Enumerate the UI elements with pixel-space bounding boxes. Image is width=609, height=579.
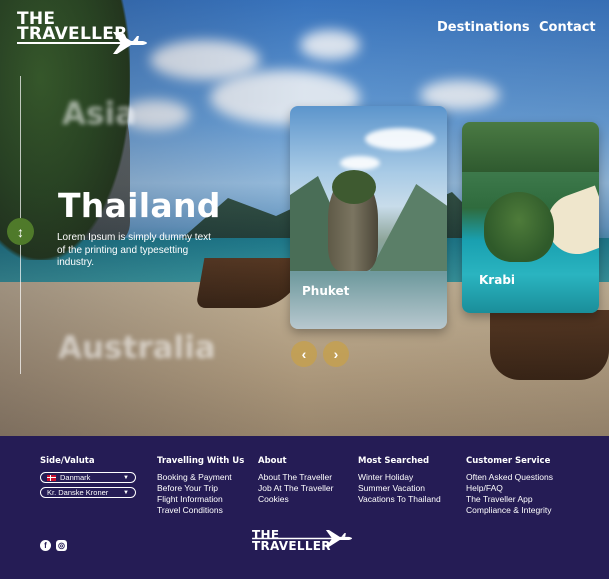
footer-col-most-searched: Most Searched Winter Holiday Summer Vaca…	[358, 456, 441, 505]
brand-logo[interactable]: THE TRAVELLER	[17, 11, 157, 60]
region-prev-label[interactable]: Asia	[62, 96, 136, 132]
facebook-icon[interactable]: f	[40, 540, 51, 551]
brand-wordmark: THE TRAVELLER	[252, 529, 331, 553]
footer-col-title: Most Searched	[358, 456, 430, 466]
brand-line-2: TRAVELLER	[252, 539, 331, 553]
footer-link[interactable]: Help/FAQ	[466, 483, 553, 494]
footer-link[interactable]: Before Your Trip	[157, 483, 244, 494]
destination-card-krabi[interactable]: Krabi	[462, 122, 599, 313]
footer-col-side-valuta: Side/Valuta Danmark ▼ Kr. Danske Kroner …	[40, 456, 136, 502]
carousel-prev-button[interactable]: ‹	[291, 341, 317, 367]
mountain	[370, 184, 447, 271]
footer-col-title: Customer Service	[466, 456, 551, 466]
footer-col-title: Travelling With Us	[157, 456, 245, 466]
footer-link[interactable]: Vacations To Thailand	[358, 494, 441, 505]
footer-col-travelling: Travelling With Us Booking & Payment Bef…	[157, 456, 244, 516]
carousel-next-button[interactable]: ›	[323, 341, 349, 367]
footer-brand-logo[interactable]: THE TRAVELLER	[252, 529, 362, 564]
chevron-left-icon: ‹	[301, 346, 307, 362]
scroll-knob[interactable]: ↕	[7, 218, 34, 245]
country-select-value: Danmark	[60, 473, 91, 482]
footer-link[interactable]: Job At The Traveller	[258, 483, 333, 494]
region-next-label[interactable]: Australia	[58, 330, 216, 366]
country-select[interactable]: Danmark ▼	[40, 472, 136, 483]
airplane-icon	[17, 32, 147, 54]
cloud	[340, 156, 380, 170]
footer-link[interactable]: About The Traveller	[258, 472, 333, 483]
footer-link[interactable]: Winter Holiday	[358, 472, 441, 483]
footer-link[interactable]: Compliance & Integrity	[466, 505, 553, 516]
hero-description: Lorem Ipsum is simply dummy text of the …	[57, 232, 211, 268]
card-label: Phuket	[302, 284, 350, 298]
currency-select[interactable]: Kr. Danske Kroner ▼	[40, 487, 136, 498]
chevron-down-icon: ▼	[123, 489, 129, 496]
island	[484, 192, 554, 262]
chevron-right-icon: ›	[333, 346, 339, 362]
up-down-arrows-icon: ↕	[17, 223, 24, 240]
footer-col-about: About About The Traveller Job At The Tra…	[258, 456, 333, 505]
nav-destinations[interactable]: Destinations	[437, 20, 530, 35]
footer-link[interactable]: Often Asked Questions	[466, 472, 553, 483]
footer-link[interactable]: Cookies	[258, 494, 333, 505]
page-title: Thailand	[58, 186, 221, 225]
denmark-flag-icon	[47, 474, 56, 481]
pillar-vegetation	[332, 170, 376, 204]
footer-col-title: About	[258, 456, 287, 466]
footer-col-title: Side/Valuta	[40, 456, 95, 466]
footer-link[interactable]: The Traveller App	[466, 494, 553, 505]
nav-contact[interactable]: Contact	[539, 20, 596, 35]
currency-select-value: Kr. Danske Kroner	[47, 488, 109, 497]
footer-col-customer-service: Customer Service Often Asked Questions H…	[466, 456, 553, 516]
destination-card-phuket[interactable]: Phuket	[290, 106, 447, 329]
instagram-icon[interactable]: ◎	[56, 540, 67, 551]
chevron-down-icon: ▼	[123, 474, 129, 481]
cliff-vegetation	[462, 122, 599, 172]
footer-link[interactable]: Travel Conditions	[157, 505, 244, 516]
footer-link[interactable]: Flight Information	[157, 494, 244, 505]
card-label: Krabi	[479, 273, 516, 287]
footer-link[interactable]: Summer Vacation	[358, 483, 441, 494]
cloud	[365, 128, 435, 150]
footer-link[interactable]: Booking & Payment	[157, 472, 244, 483]
site-footer: Side/Valuta Danmark ▼ Kr. Danske Kroner …	[0, 436, 609, 579]
hero-section: THE TRAVELLER Destinations Contact ↕ Asi…	[0, 0, 609, 436]
